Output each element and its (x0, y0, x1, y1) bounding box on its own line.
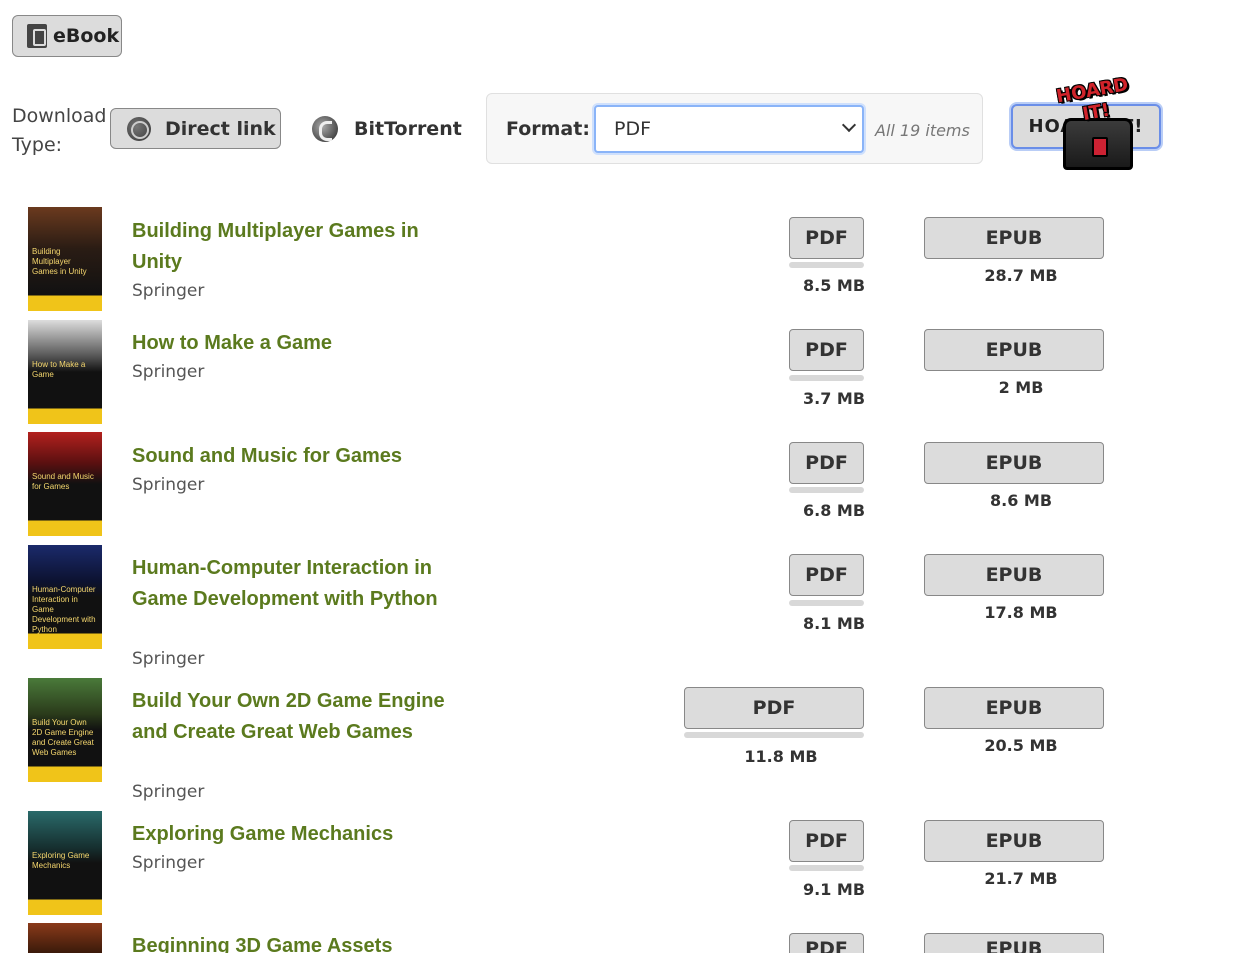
pdf-progress-bar (789, 487, 864, 493)
pdf-progress-bar (789, 375, 864, 381)
book-publisher: Springer (132, 281, 205, 301)
pdf-progress-bar (684, 732, 864, 738)
book-title[interactable]: Exploring Game Mechanics (132, 819, 452, 850)
direct-link-button[interactable]: Direct link (110, 108, 281, 149)
epub-download-button[interactable]: EPUB (924, 933, 1104, 953)
format-label: Format: (506, 118, 590, 140)
ebook-icon (27, 24, 47, 48)
book-cover[interactable]: Human-Computer Interaction in Game Devel… (28, 545, 102, 649)
pdf-download-button[interactable]: PDF (789, 933, 864, 953)
pdf-size: 8.5 MB (802, 276, 866, 295)
pdf-size: 11.8 MB (744, 747, 818, 766)
bittorrent-icon (312, 115, 338, 142)
cover-title: Build Your Own 2D Game Engine and Create… (32, 718, 94, 757)
bittorrent-label: BitTorrent (354, 117, 462, 140)
book-publisher: Springer (132, 475, 205, 495)
book-cover[interactable]: Sound and Music for Games (28, 432, 102, 536)
epub-download-button[interactable]: EPUB (924, 217, 1104, 259)
pdf-progress-bar (789, 600, 864, 606)
direct-link-label: Direct link (165, 117, 276, 140)
cover-title: How to Make a Game (32, 360, 86, 379)
epub-size: 28.7 MB (984, 266, 1058, 285)
pdf-size: 3.7 MB (802, 389, 866, 408)
book-title[interactable]: Building Multiplayer Games in Unity (132, 216, 452, 278)
book-title[interactable]: Human-Computer Interaction in Game Devel… (132, 553, 452, 615)
book-title[interactable]: Beginning 3D Game Assets (132, 931, 432, 953)
book-publisher: Springer (132, 853, 205, 873)
bittorrent-option[interactable]: BitTorrent (312, 108, 462, 149)
ebook-button-label: eBook (53, 25, 120, 47)
epub-size: 8.6 MB (989, 491, 1053, 510)
book-cover[interactable]: Building Multiplayer Games in Unity (28, 207, 102, 311)
epub-download-button[interactable]: EPUB (924, 687, 1104, 729)
items-count: All 19 items (875, 121, 970, 140)
pdf-size: 8.1 MB (802, 614, 866, 633)
pdf-download-button[interactable]: PDF (789, 329, 864, 371)
ebook-button[interactable]: eBook (12, 15, 122, 57)
epub-size: 2 MB (998, 378, 1044, 397)
globe-icon (127, 116, 151, 141)
pdf-size: 9.1 MB (802, 880, 866, 899)
pdf-download-button[interactable]: PDF (789, 820, 864, 862)
book-title[interactable]: Sound and Music for Games (132, 441, 452, 472)
epub-size: 21.7 MB (984, 869, 1058, 888)
pdf-size: 6.8 MB (802, 501, 866, 520)
epub-size: 20.5 MB (984, 736, 1058, 755)
epub-download-button[interactable]: EPUB (924, 820, 1104, 862)
cover-title: Sound and Music for Games (32, 472, 94, 491)
book-cover[interactable] (28, 923, 102, 953)
book-publisher: Springer (132, 649, 205, 669)
book-title[interactable]: How to Make a Game (132, 328, 452, 359)
pdf-progress-bar (789, 865, 864, 871)
format-selected-value: PDF (614, 118, 652, 140)
pdf-download-button[interactable]: PDF (789, 217, 864, 259)
chevron-down-icon (841, 117, 857, 133)
pdf-download-button[interactable]: PDF (684, 687, 864, 729)
pdf-download-button[interactable]: PDF (789, 442, 864, 484)
book-cover[interactable]: Build Your Own 2D Game Engine and Create… (28, 678, 102, 782)
pdf-progress-bar (789, 262, 864, 268)
epub-download-button[interactable]: EPUB (924, 442, 1104, 484)
cover-title: Human-Computer Interaction in Game Devel… (32, 585, 96, 634)
epub-size: 17.8 MB (984, 603, 1058, 622)
book-cover[interactable]: How to Make a Game (28, 320, 102, 424)
book-publisher: Springer (132, 362, 205, 382)
book-publisher: Springer (132, 782, 205, 802)
download-type-label: Download Type: (12, 105, 107, 156)
cover-title: Building Multiplayer Games in Unity (32, 247, 87, 276)
book-cover[interactable]: Exploring Game Mechanics (28, 811, 102, 915)
book-title[interactable]: Build Your Own 2D Game Engine and Create… (132, 686, 452, 748)
cover-title: Exploring Game Mechanics (32, 851, 90, 870)
epub-download-button[interactable]: EPUB (924, 329, 1104, 371)
pdf-download-button[interactable]: PDF (789, 554, 864, 596)
format-select[interactable]: PDF (594, 105, 864, 153)
format-panel: Format: PDF All 19 items (486, 93, 983, 164)
epub-download-button[interactable]: EPUB (924, 554, 1104, 596)
